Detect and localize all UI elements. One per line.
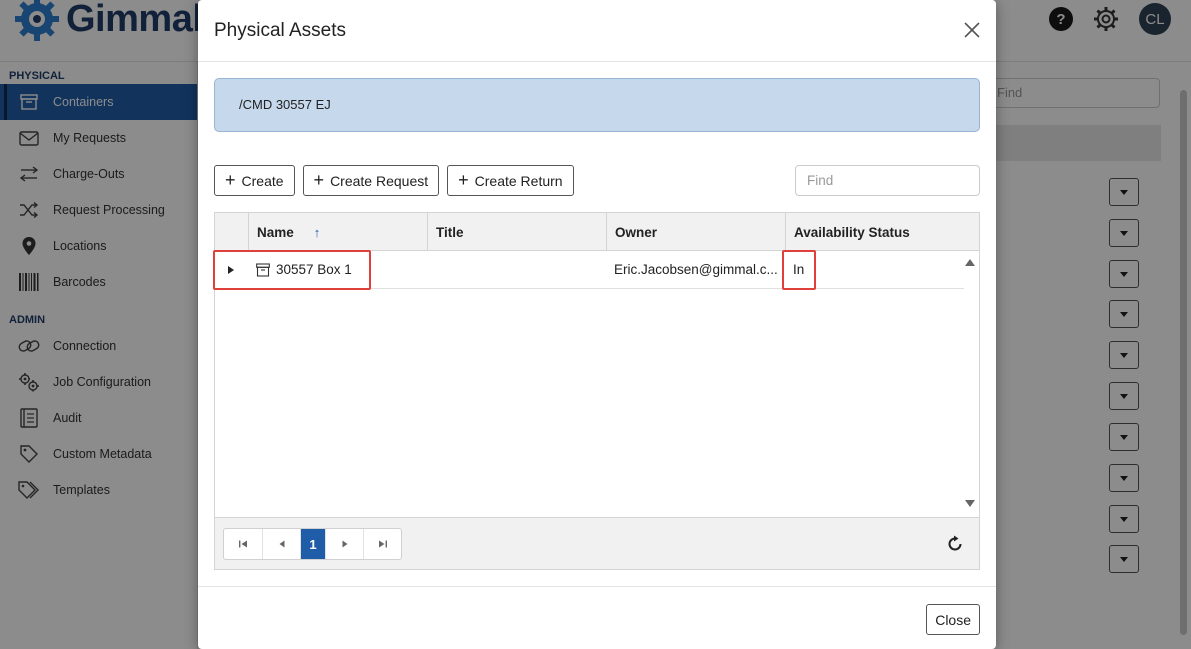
next-page-icon bbox=[342, 540, 347, 548]
first-page-button[interactable] bbox=[224, 529, 262, 559]
close-icon[interactable] bbox=[962, 20, 982, 40]
highlight-box-status bbox=[782, 250, 816, 290]
assets-grid: Name ↑ Title Owner Availability Status 3… bbox=[213, 212, 980, 570]
plus-icon: + bbox=[458, 169, 469, 190]
column-header-label: Owner bbox=[615, 224, 658, 240]
first-page-icon bbox=[239, 540, 247, 548]
create-request-button[interactable]: + Create Request bbox=[302, 165, 440, 196]
asset-owner: Eric.Jacobsen@gimmal.c... bbox=[614, 262, 778, 277]
cell-owner: Eric.Jacobsen@gimmal.c... bbox=[606, 251, 785, 289]
column-header-label: Title bbox=[436, 224, 464, 240]
path-banner: /CMD 30557 EJ bbox=[214, 78, 980, 132]
previous-page-button[interactable] bbox=[262, 529, 300, 559]
pager: 1 bbox=[223, 528, 402, 560]
create-button-label: Create bbox=[241, 172, 284, 189]
column-header-owner[interactable]: Owner bbox=[606, 213, 785, 251]
plus-icon: + bbox=[313, 169, 325, 190]
cell-title bbox=[427, 251, 606, 289]
last-page-icon bbox=[378, 540, 387, 548]
scroll-down-arrow-icon[interactable] bbox=[965, 500, 975, 507]
sort-ascending-icon[interactable]: ↑ bbox=[314, 225, 321, 240]
grid-header-row: Name ↑ Title Owner Availability Status bbox=[215, 213, 979, 251]
dialog-toolbar: + Create + Create Request + Create Retur… bbox=[214, 165, 574, 196]
scroll-up-arrow-icon[interactable] bbox=[965, 259, 975, 266]
dialog-header: Physical Assets bbox=[198, 0, 996, 62]
column-header-name[interactable]: Name ↑ bbox=[248, 213, 427, 251]
last-page-button[interactable] bbox=[363, 529, 401, 559]
close-button[interactable]: Close bbox=[926, 604, 980, 635]
column-header-label: Availability Status bbox=[794, 224, 910, 240]
previous-page-icon bbox=[279, 540, 284, 548]
plus-icon: + bbox=[225, 169, 236, 190]
refresh-icon[interactable] bbox=[946, 535, 964, 553]
create-button[interactable]: + Create bbox=[214, 165, 295, 196]
create-return-button-label: Create Return bbox=[474, 172, 563, 189]
pager-bar: 1 bbox=[215, 517, 979, 569]
column-header-title[interactable]: Title bbox=[427, 213, 606, 251]
find-input[interactable]: Find bbox=[795, 165, 980, 196]
physical-assets-dialog: Physical Assets /CMD 30557 EJ + Create +… bbox=[198, 0, 996, 649]
create-request-button-label: Create Request bbox=[330, 172, 429, 189]
highlight-box-name bbox=[213, 250, 371, 290]
next-page-button[interactable] bbox=[325, 529, 363, 559]
column-header-label: Name bbox=[257, 224, 294, 240]
column-header-availability-status[interactable]: Availability Status bbox=[785, 213, 979, 251]
create-return-button[interactable]: + Create Return bbox=[447, 165, 574, 196]
dialog-footer: Close bbox=[198, 586, 996, 649]
dialog-title: Physical Assets bbox=[214, 20, 346, 41]
grid-header-expand bbox=[215, 213, 248, 251]
page-1-button[interactable]: 1 bbox=[300, 529, 325, 559]
